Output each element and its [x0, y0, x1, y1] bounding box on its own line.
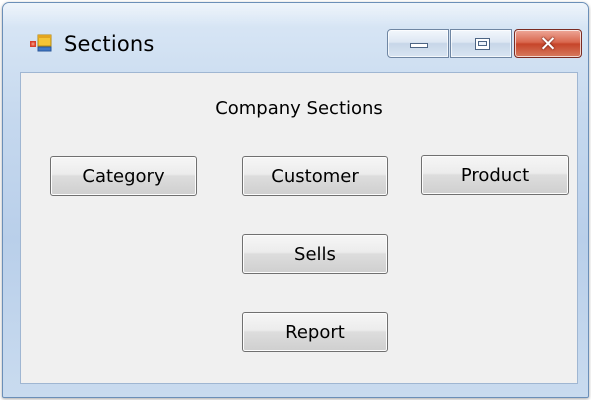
close-button[interactable]: ✕	[514, 29, 582, 58]
page-title: Company Sections	[215, 98, 383, 119]
form-icon	[30, 34, 52, 52]
maximize-button[interactable]	[450, 29, 512, 58]
form-client-area: Company Sections Category Customer Produ…	[20, 72, 578, 384]
minimize-icon	[410, 43, 428, 48]
maximize-icon	[475, 38, 490, 50]
sells-button[interactable]: Sells	[242, 234, 388, 274]
close-icon: ✕	[539, 31, 557, 56]
window-title: Sections	[64, 32, 155, 56]
title-bar[interactable]: Sections ✕	[3, 3, 588, 65]
report-button[interactable]: Report	[242, 312, 388, 352]
sections-window: Sections ✕ Company Sections Category Cus…	[2, 2, 589, 398]
category-button[interactable]: Category	[50, 156, 197, 196]
product-button[interactable]: Product	[421, 155, 569, 195]
minimize-button[interactable]	[387, 29, 449, 58]
customer-button[interactable]: Customer	[242, 156, 388, 196]
